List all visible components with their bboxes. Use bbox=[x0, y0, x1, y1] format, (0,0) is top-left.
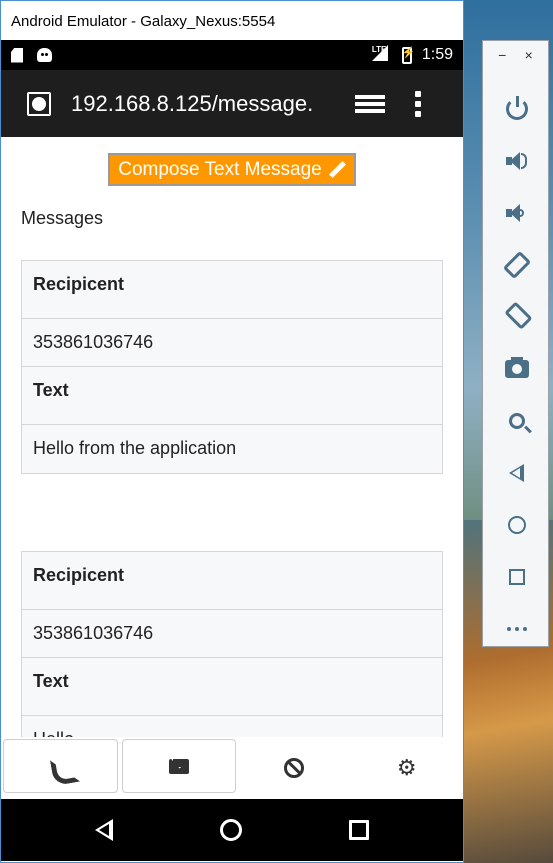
signal-icon: LTE bbox=[371, 45, 392, 63]
web-page: Compose Text Message Messages Recipicent… bbox=[1, 137, 463, 799]
window-title: Android Emulator - Galaxy_Nexus:5554 bbox=[1, 1, 463, 41]
home-icon[interactable] bbox=[219, 819, 242, 841]
overview-button[interactable] bbox=[483, 551, 550, 603]
recipient-value: 353861036746 bbox=[22, 610, 442, 658]
pencil-icon bbox=[328, 161, 346, 179]
more-button[interactable] bbox=[483, 603, 550, 655]
text-header: Text bbox=[22, 658, 442, 716]
envelope-icon bbox=[168, 758, 189, 774]
text-value: Hello from the application bbox=[33, 438, 237, 458]
screenshot-button[interactable] bbox=[483, 343, 550, 395]
android-navigation-bar bbox=[1, 799, 463, 861]
power-button[interactable] bbox=[483, 83, 550, 135]
compose-button-label: Compose Text Message bbox=[118, 158, 322, 180]
minimize-button[interactable]: − bbox=[498, 47, 506, 63]
android-icon bbox=[37, 48, 52, 62]
back-button[interactable] bbox=[483, 447, 550, 499]
more-icon bbox=[506, 627, 527, 631]
tabs-icon[interactable] bbox=[355, 93, 385, 115]
sd-card-icon bbox=[11, 47, 23, 63]
recipient-value: 353861036746 bbox=[22, 319, 442, 367]
close-button[interactable]: × bbox=[525, 47, 533, 63]
volume-down-icon bbox=[505, 204, 528, 222]
zoom-button[interactable] bbox=[483, 395, 550, 447]
battery-icon bbox=[401, 46, 416, 64]
browser-toolbar: 192.168.8.125/message. bbox=[1, 70, 463, 137]
page-title: Messages bbox=[21, 208, 104, 228]
power-icon bbox=[505, 96, 528, 120]
bottom-tab-bar: ⚙ bbox=[1, 737, 463, 799]
overflow-menu-icon[interactable] bbox=[415, 90, 421, 117]
clock: 1:59 bbox=[421, 46, 453, 63]
recipient-header: Recipicent bbox=[22, 552, 442, 610]
site-info-icon[interactable] bbox=[27, 91, 51, 116]
text-header: Text bbox=[22, 367, 442, 425]
compose-text-message-button[interactable]: Compose Text Message bbox=[108, 153, 356, 186]
rotate-left-icon bbox=[502, 250, 531, 280]
zoom-icon bbox=[508, 413, 525, 429]
camera-icon bbox=[504, 357, 529, 378]
home-button[interactable] bbox=[483, 499, 550, 551]
home-icon bbox=[507, 516, 526, 534]
volume-down-button[interactable] bbox=[483, 187, 550, 239]
ban-icon bbox=[284, 758, 305, 778]
rotate-right-button[interactable] bbox=[483, 291, 550, 343]
tab-messages[interactable] bbox=[121, 739, 236, 793]
emulator-control-panel: − × bbox=[482, 40, 549, 647]
volume-up-button[interactable] bbox=[483, 135, 550, 187]
tab-calls[interactable] bbox=[3, 739, 118, 793]
tab-blocked[interactable] bbox=[238, 737, 351, 799]
rotate-left-button[interactable] bbox=[483, 239, 550, 291]
overview-icon[interactable] bbox=[349, 820, 370, 840]
recipient-header: Recipicent bbox=[22, 261, 442, 319]
rotate-right-icon bbox=[503, 301, 533, 330]
gear-icon: ⚙ bbox=[396, 755, 417, 780]
back-icon[interactable] bbox=[94, 819, 113, 841]
status-bar: LTE 1:59 bbox=[1, 40, 463, 70]
back-icon bbox=[509, 464, 524, 482]
tab-settings[interactable]: ⚙ bbox=[351, 737, 464, 799]
phone-icon bbox=[50, 756, 70, 776]
volume-up-icon bbox=[505, 152, 528, 170]
message-table: Recipicent 353861036746 Text Hello bbox=[21, 551, 443, 765]
overview-icon bbox=[508, 569, 525, 585]
url-field[interactable]: 192.168.8.125/message. bbox=[71, 91, 333, 117]
message-table: Recipicent 353861036746 Text Hello from … bbox=[21, 260, 443, 474]
